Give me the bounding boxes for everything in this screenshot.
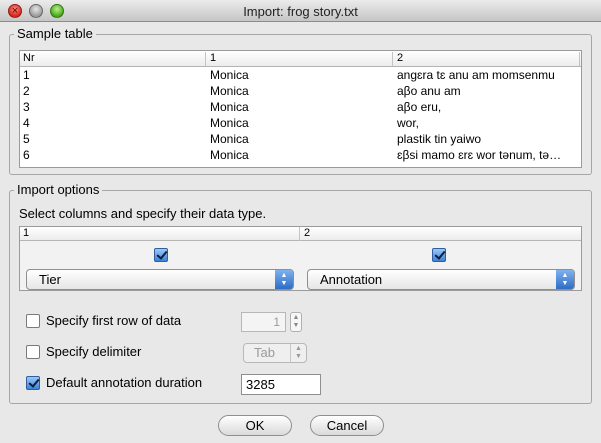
- column-header-2[interactable]: 2: [394, 52, 580, 66]
- updown-arrows-icon: ▲ ▼: [556, 270, 574, 289]
- column-type-header: 1 2: [20, 227, 581, 241]
- table-row[interactable]: 6 Monica ɛβsi mamo ɛrɛ wor tənum, tə…: [20, 147, 581, 163]
- import-options-group: Import options Select columns and specif…: [9, 182, 592, 404]
- column-2-type-value: Annotation: [320, 272, 383, 287]
- sample-table[interactable]: Nr 1 2 1 Monica angɛra tɛ anu am momsenm…: [19, 50, 582, 168]
- table-cell-speaker: Monica: [210, 116, 249, 130]
- table-row[interactable]: 1 Monica angɛra tɛ anu am momsenmu: [20, 67, 581, 83]
- table-cell-speaker: Monica: [210, 100, 249, 114]
- updown-arrows-icon: ▲ ▼: [275, 270, 293, 289]
- table-cell-nr: 1: [23, 68, 30, 82]
- table-cell-text: ɛβsi mamo ɛrɛ wor tənum, tə…: [397, 148, 562, 162]
- table-row[interactable]: 2 Monica aβo anu am: [20, 83, 581, 99]
- import-options-label: Import options: [14, 182, 103, 197]
- first-row-stepper[interactable]: ▲ ▼: [290, 312, 302, 332]
- column-2-checkbox[interactable]: [432, 248, 446, 262]
- table-cell-text: plastik tin yaiwo: [397, 132, 482, 146]
- duration-checkbox[interactable]: [26, 376, 40, 390]
- table-cell-speaker: Monica: [210, 132, 249, 146]
- delimiter-value: Tab: [254, 345, 275, 360]
- table-cell-nr: 4: [23, 116, 30, 130]
- column-header-nr[interactable]: Nr: [20, 52, 206, 66]
- table-cell-speaker: Monica: [210, 148, 249, 162]
- cancel-button[interactable]: Cancel: [310, 415, 384, 436]
- table-cell-speaker: Monica: [210, 84, 249, 98]
- table-cell-text: angɛra tɛ anu am momsenmu: [397, 68, 555, 82]
- updown-arrows-icon: ▲ ▼: [290, 344, 306, 362]
- table-cell-text: aβo anu am: [397, 84, 461, 98]
- table-row[interactable]: 4 Monica wor,: [20, 115, 581, 131]
- column-header-2: 2: [304, 227, 311, 239]
- column-header-1: 1: [20, 227, 300, 241]
- duration-label: Default annotation duration: [46, 375, 203, 390]
- table-cell-nr: 5: [23, 132, 30, 146]
- first-row-label: Specify first row of data: [46, 313, 182, 328]
- up-arrow-icon: ▲: [292, 314, 300, 321]
- title-bar: × Import: frog story.txt: [0, 0, 601, 22]
- delimiter-label: Specify delimiter: [46, 344, 142, 359]
- table-cell-speaker: Monica: [210, 68, 249, 82]
- sample-table-header: Nr 1 2: [20, 51, 581, 67]
- duration-input[interactable]: 3285: [241, 374, 321, 395]
- table-cell-nr: 6: [23, 148, 30, 162]
- table-cell-text: wor,: [397, 116, 420, 130]
- table-cell-nr: 3: [23, 100, 30, 114]
- column-1-type-select[interactable]: Tier ▲ ▼: [26, 269, 294, 290]
- first-row-checkbox[interactable]: [26, 314, 40, 328]
- down-arrow-icon: ▼: [292, 322, 300, 329]
- window-title: Import: frog story.txt: [243, 4, 358, 19]
- table-row[interactable]: 3 Monica aβo eru,: [20, 99, 581, 115]
- column-type-table: 1 2 Tier ▲ ▼ Annotation ▲ ▼: [19, 226, 582, 291]
- sample-table-group: Sample table Nr 1 2 1 Monica angɛra tɛ a…: [9, 26, 592, 175]
- column-2-type-select[interactable]: Annotation ▲ ▼: [307, 269, 575, 290]
- delimiter-select[interactable]: Tab ▲ ▼: [243, 343, 307, 363]
- column-header-1[interactable]: 1: [207, 52, 393, 66]
- column-1-checkbox[interactable]: [154, 248, 168, 262]
- column-1-type-value: Tier: [39, 272, 61, 287]
- table-cell-nr: 2: [23, 84, 30, 98]
- delimiter-checkbox[interactable]: [26, 345, 40, 359]
- ok-button[interactable]: OK: [218, 415, 292, 436]
- sample-table-label: Sample table: [14, 26, 96, 41]
- instruction-text: Select columns and specify their data ty…: [19, 206, 267, 221]
- table-cell-text: aβo eru,: [397, 100, 442, 114]
- table-row[interactable]: 5 Monica plastik tin yaiwo: [20, 131, 581, 147]
- first-row-spinner[interactable]: 1: [241, 312, 286, 332]
